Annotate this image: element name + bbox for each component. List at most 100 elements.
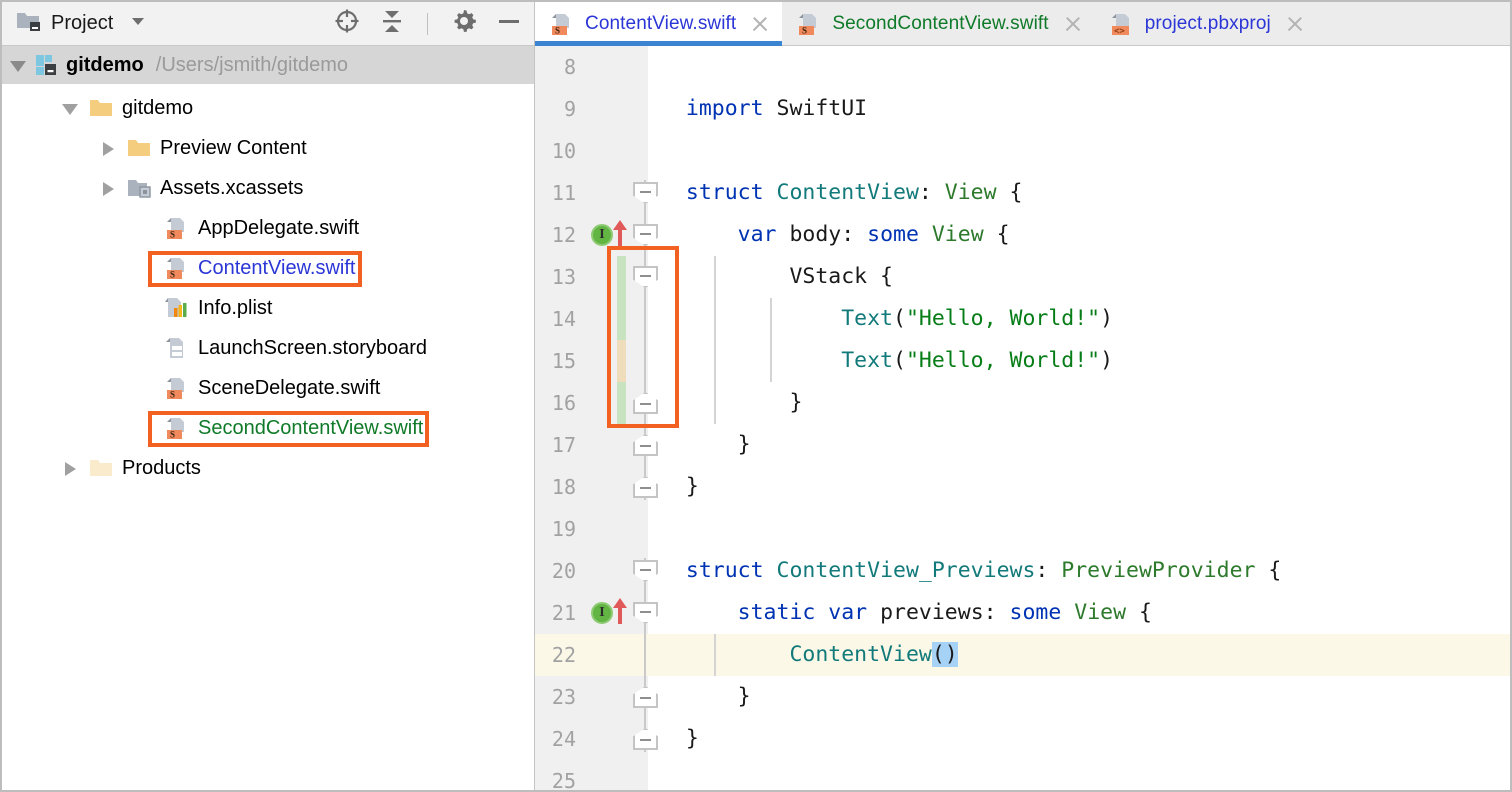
code-folding-column[interactable] <box>631 46 665 790</box>
code-line-22[interactable]: ContentView() <box>648 634 1510 676</box>
code-line-18[interactable]: } <box>648 466 1510 508</box>
tree-item-appdelegate-swift[interactable]: S AppDelegate.swift <box>2 208 534 248</box>
code-token: ContentView <box>776 180 919 205</box>
code-token: { <box>1126 600 1152 625</box>
code-line-9[interactable]: import SwiftUI <box>648 88 1510 130</box>
editor-tab-contentview-swift[interactable]: S ContentView.swift <box>535 2 783 46</box>
editor-gutter[interactable]: 8 9 10 11 12 13 14 15 16 17 18 19 20 21 22 23 24 25 I I <box>535 46 679 790</box>
editor-tab-bar[interactable]: S ContentView.swift S SecondContentView.swi… <box>535 2 1510 46</box>
line-number: 12 <box>551 223 576 247</box>
tree-item-products[interactable]: Products <box>2 448 534 488</box>
implementation-marker-line-12[interactable]: I <box>591 224 613 246</box>
code-line-16[interactable]: } <box>648 382 1510 424</box>
expand-arrow-2[interactable] <box>100 180 116 196</box>
code-line-23[interactable]: } <box>648 676 1510 718</box>
code-line-15[interactable]: Text("Hello, World!") <box>648 340 1510 382</box>
project-root-row[interactable]: gitdemo /Users/jsmith/gitdemo <box>2 46 534 84</box>
editor-area: S ContentView.swift S SecondContentView.swi… <box>535 2 1510 790</box>
code-line-14[interactable]: Text("Hello, World!") <box>648 298 1510 340</box>
tree-item-contentview-swift[interactable]: S ContentView.swift <box>2 248 534 288</box>
ide-window: Project gitdemo /Users/jsmith/gitdemo gi… <box>0 0 1512 792</box>
code-line-25[interactable] <box>648 760 1510 790</box>
code-line-8[interactable] <box>648 46 1510 88</box>
code-token: struct <box>685 558 764 583</box>
line-number: 13 <box>551 265 576 289</box>
editor-tab-secondcontentview-swift[interactable]: S SecondContentView.swift <box>782 2 1095 45</box>
code-line-11[interactable]: struct ContentView: View { <box>648 172 1510 214</box>
tree-item-info-plist[interactable]: Info.plist <box>2 288 534 328</box>
expand-arrow-1[interactable] <box>100 140 116 156</box>
fold-marker-line-18[interactable] <box>633 476 658 498</box>
tree-item-assets-xcassets[interactable]: Assets.xcassets <box>2 168 534 208</box>
fold-minus-icon <box>640 445 651 448</box>
code-token: ) <box>1100 306 1114 331</box>
implementation-marker-line-21[interactable]: I <box>591 602 613 624</box>
editor-code-pane[interactable]: import SwiftUI struct ContentView: View … <box>648 46 1510 790</box>
code-line-10[interactable] <box>648 130 1510 172</box>
tree-item-launchscreen-storyboard[interactable]: LaunchScreen.storyboard <box>2 328 534 368</box>
gear-icon[interactable] <box>450 7 478 40</box>
vcs-added-bar-upper[interactable] <box>617 256 626 340</box>
fold-marker-line-17[interactable] <box>633 434 658 456</box>
project-file-tree[interactable]: gitdemo Preview Content Assets.xcassets S Ap… <box>2 84 534 790</box>
code-line-24[interactable]: } <box>648 718 1510 760</box>
tree-item-gitdemo[interactable]: gitdemo <box>2 88 534 128</box>
tree-item-scenedelegate-swift[interactable]: S SceneDelegate.swift <box>2 368 534 408</box>
close-icon[interactable] <box>1063 14 1083 34</box>
swift-file-icon: S <box>164 215 190 241</box>
indent-guide-2 <box>714 634 716 676</box>
overridden-up-arrow-icon[interactable] <box>613 220 627 246</box>
vcs-modified-bar[interactable] <box>617 340 626 382</box>
tree-item-secondcontentview-swift[interactable]: S SecondContentView.swift <box>2 408 534 448</box>
line-number: 15 <box>551 349 576 373</box>
expand-arrow-9[interactable] <box>62 460 78 476</box>
fold-marker-line-16[interactable] <box>633 392 658 414</box>
code-line-17[interactable]: } <box>648 424 1510 466</box>
code-line-20[interactable]: struct ContentView_Previews: PreviewProv… <box>648 550 1510 592</box>
chevron-down-icon[interactable] <box>128 11 148 36</box>
code-token: PreviewProvider <box>1061 558 1256 583</box>
minimize-icon[interactable] <box>496 7 522 40</box>
code-editor[interactable]: 8 9 10 11 12 13 14 15 16 17 18 19 20 21 22 23 24 25 I I imp… <box>535 46 1510 790</box>
code-line-19[interactable] <box>648 508 1510 550</box>
line-number: 17 <box>551 433 576 457</box>
tree-item-preview-content[interactable]: Preview Content <box>2 128 534 168</box>
toolbar-separator <box>427 12 428 35</box>
fold-marker-line-12[interactable] <box>633 224 658 246</box>
code-token: { <box>983 222 1010 247</box>
code-token: } <box>660 684 751 709</box>
line-number: 11 <box>551 181 576 205</box>
tree-arrow-spacer <box>138 380 154 396</box>
vcs-added-bar-lower[interactable] <box>617 382 626 424</box>
indent-guide-1 <box>770 298 772 382</box>
fold-marker-line-23[interactable] <box>633 686 658 708</box>
expand-arrow-root[interactable] <box>10 57 26 73</box>
close-icon[interactable] <box>1285 14 1305 34</box>
code-line-13[interactable]: VStack { <box>648 256 1510 298</box>
tree-item-label: gitdemo <box>122 97 194 119</box>
code-token: View <box>1074 600 1127 625</box>
close-icon[interactable] <box>750 14 770 34</box>
project-window-icon <box>16 9 42 38</box>
fold-marker-line-20[interactable] <box>633 560 658 582</box>
line-number: 20 <box>551 559 576 583</box>
code-line-21[interactable]: static var previews: some View { <box>648 592 1510 634</box>
editor-tab-label: SecondContentView.swift <box>832 12 1049 34</box>
tree-arrow-spacer <box>138 300 154 316</box>
project-panel-toolbar: Project <box>2 2 534 46</box>
expand-arrow-0[interactable] <box>62 100 78 116</box>
code-line-12[interactable]: var body: some View { <box>648 214 1510 256</box>
collapse-all-icon[interactable] <box>379 7 405 40</box>
fold-marker-line-24[interactable] <box>633 728 658 750</box>
fold-marker-line-13[interactable] <box>633 266 658 288</box>
editor-tab-project-pbxproj[interactable]: <> project.pbxproj <box>1094 2 1317 45</box>
fold-marker-line-11[interactable] <box>633 182 658 204</box>
tree-item-label: AppDelegate.swift <box>198 217 360 239</box>
locate-icon[interactable] <box>333 7 361 40</box>
overridden-up-arrow-icon[interactable] <box>613 598 627 624</box>
folder-icon <box>88 95 114 121</box>
fold-marker-line-21[interactable] <box>633 602 658 624</box>
line-number: 21 <box>551 601 576 625</box>
